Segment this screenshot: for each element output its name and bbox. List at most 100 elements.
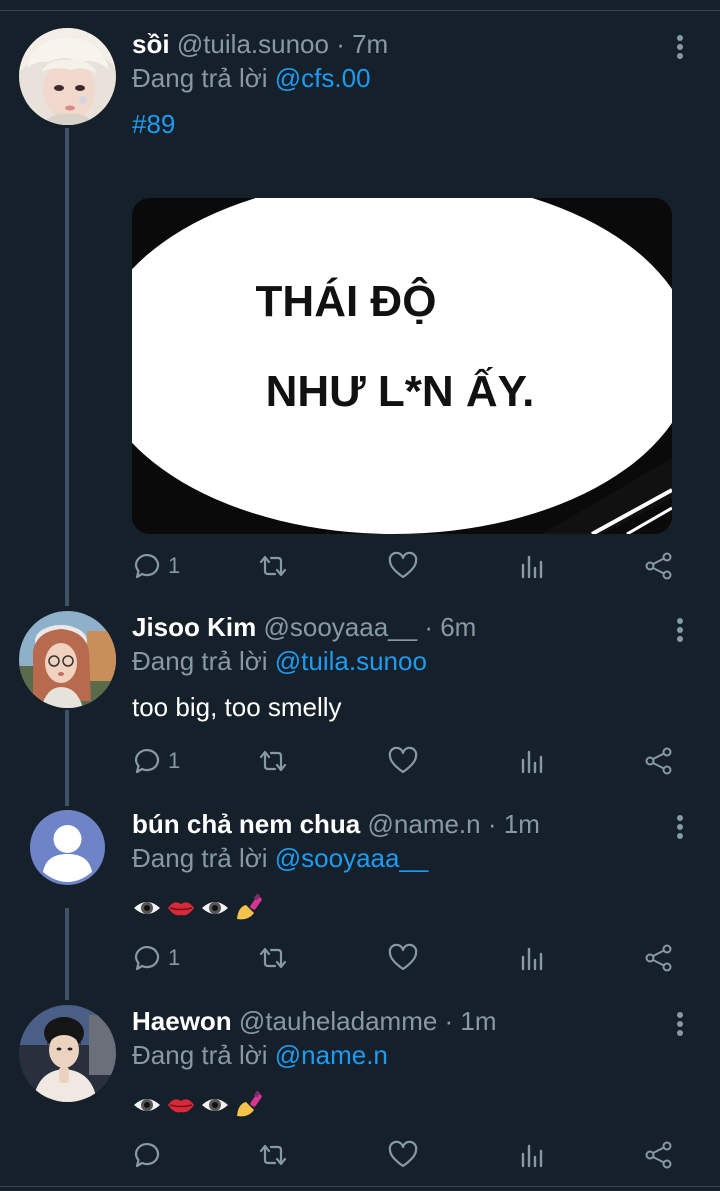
tweet[interactable]: Jisoo Kim @sooyaaa__ · 6m Đang trả lời @… (0, 609, 720, 789)
retweet-button[interactable] (258, 1135, 288, 1175)
reply-icon (134, 1143, 160, 1168)
tweet-header: bún chả nem chua @name.n · 1m (132, 806, 540, 842)
share-icon (645, 747, 672, 775)
lips-icon (168, 902, 194, 916)
replying-label: Đang trả lời (132, 1040, 275, 1070)
bottom-divider (0, 1186, 720, 1187)
avatar[interactable] (19, 611, 116, 708)
reply-icon (134, 946, 160, 971)
eye-icon (202, 1099, 228, 1112)
tweet-actions: 1 (132, 741, 692, 781)
tweet-image[interactable]: THÁI ĐỘ NHƯ L*N ẤY. (132, 198, 672, 534)
replying-to: Đang trả lời @cfs.00 (132, 60, 371, 96)
display-name[interactable]: sồi (132, 29, 170, 59)
reply-count: 1 (168, 553, 181, 578)
more-icon[interactable] (664, 615, 696, 645)
replying-to: Đang trả lời @tuila.sunoo (132, 643, 427, 679)
retweet-icon (259, 947, 287, 969)
like-icon (388, 1140, 418, 1168)
tweet-text: #89 (132, 106, 175, 142)
like-icon (388, 943, 418, 971)
avatar[interactable] (19, 28, 116, 125)
like-icon (388, 551, 418, 579)
mention-link[interactable]: @name.n (275, 1040, 388, 1070)
timestamp[interactable]: · 1m (437, 1006, 497, 1036)
replying-to: Đang trả lời @sooyaaa__ (132, 840, 428, 876)
reply-button[interactable]: 1 (132, 546, 180, 586)
reply-button[interactable]: 1 (132, 741, 180, 781)
top-divider (0, 0, 720, 11)
retweet-icon (259, 750, 287, 772)
analytics-icon (521, 750, 543, 774)
share-button[interactable] (644, 938, 674, 978)
user-handle[interactable]: @tuila.sunoo (177, 29, 329, 59)
timestamp[interactable]: · 6m (417, 612, 476, 642)
tweet[interactable]: bún chả nem chua @name.n · 1m Đang trả l… (0, 806, 720, 986)
share-icon (645, 552, 672, 580)
lips-icon (168, 1099, 194, 1113)
more-icon[interactable] (664, 32, 696, 62)
like-button[interactable] (388, 1135, 418, 1175)
image-caption-line1: THÁI ĐỘ (256, 275, 437, 326)
analytics-icon (521, 555, 543, 579)
replying-label: Đang trả lời (132, 646, 275, 676)
display-name[interactable]: Jisoo Kim (132, 612, 256, 642)
share-button[interactable] (644, 1135, 674, 1175)
avatar[interactable] (19, 1005, 116, 1102)
hashtag-link[interactable]: #89 (132, 109, 175, 139)
like-button[interactable] (388, 546, 418, 586)
mention-link[interactable]: @sooyaaa__ (275, 843, 429, 873)
tweet[interactable]: Haewon @tauheladamme · 1m Đang trả lời @… (0, 1003, 720, 1183)
retweet-button[interactable] (258, 938, 288, 978)
user-handle[interactable]: @tauheladamme (239, 1006, 437, 1036)
analytics-button[interactable] (518, 938, 548, 978)
analytics-icon (521, 1144, 543, 1168)
user-handle[interactable]: @name.n (368, 809, 481, 839)
tweet-header: Jisoo Kim @sooyaaa__ · 6m (132, 609, 476, 645)
analytics-button[interactable] (518, 546, 548, 586)
reply-button[interactable] (132, 1135, 168, 1175)
eye-icon (134, 1099, 160, 1112)
tweet-text: too big, too smelly (132, 692, 342, 722)
retweet-icon (259, 1144, 287, 1166)
reply-count: 1 (168, 748, 181, 773)
mention-link[interactable]: @cfs.00 (275, 63, 371, 93)
like-icon (388, 746, 418, 774)
eye-icon (134, 902, 160, 915)
retweet-button[interactable] (258, 546, 288, 586)
like-button[interactable] (388, 938, 418, 978)
share-icon (645, 1141, 672, 1169)
like-button[interactable] (388, 741, 418, 781)
mention-link[interactable]: @tuila.sunoo (275, 646, 427, 676)
timestamp[interactable]: · 1m (481, 809, 540, 839)
reply-count: 1 (168, 945, 181, 970)
nail-polish-icon (237, 893, 262, 920)
reply-icon (134, 554, 160, 579)
avatar[interactable] (30, 810, 105, 885)
display-name[interactable]: Haewon (132, 1006, 232, 1036)
share-button[interactable] (644, 546, 674, 586)
share-button[interactable] (644, 741, 674, 781)
eye-icon (202, 902, 228, 915)
retweet-icon (259, 555, 287, 577)
share-icon (645, 944, 672, 972)
timestamp[interactable]: · 7m (329, 29, 388, 59)
tweet-text (132, 1085, 268, 1121)
display-name[interactable]: bún chả nem chua (132, 809, 360, 839)
more-icon[interactable] (664, 812, 696, 842)
nail-polish-icon (237, 1090, 262, 1117)
analytics-button[interactable] (518, 741, 548, 781)
tweet-actions (132, 1135, 692, 1175)
user-handle[interactable]: @sooyaaa__ (263, 612, 417, 642)
tweet-header: sồi @tuila.sunoo · 7m (132, 26, 388, 62)
retweet-button[interactable] (258, 741, 288, 781)
reply-button[interactable]: 1 (132, 938, 180, 978)
image-caption-line2: NHƯ L*N ẤY. (266, 366, 535, 416)
tweet-header: Haewon @tauheladamme · 1m (132, 1003, 497, 1039)
analytics-icon (521, 947, 543, 971)
tweet[interactable]: sồi @tuila.sunoo · 7m Đang trả lời @cfs.… (0, 26, 720, 586)
replying-to: Đang trả lời @name.n (132, 1037, 388, 1073)
more-icon[interactable] (664, 1009, 696, 1039)
analytics-button[interactable] (518, 1135, 548, 1175)
replying-label: Đang trả lời (132, 843, 275, 873)
